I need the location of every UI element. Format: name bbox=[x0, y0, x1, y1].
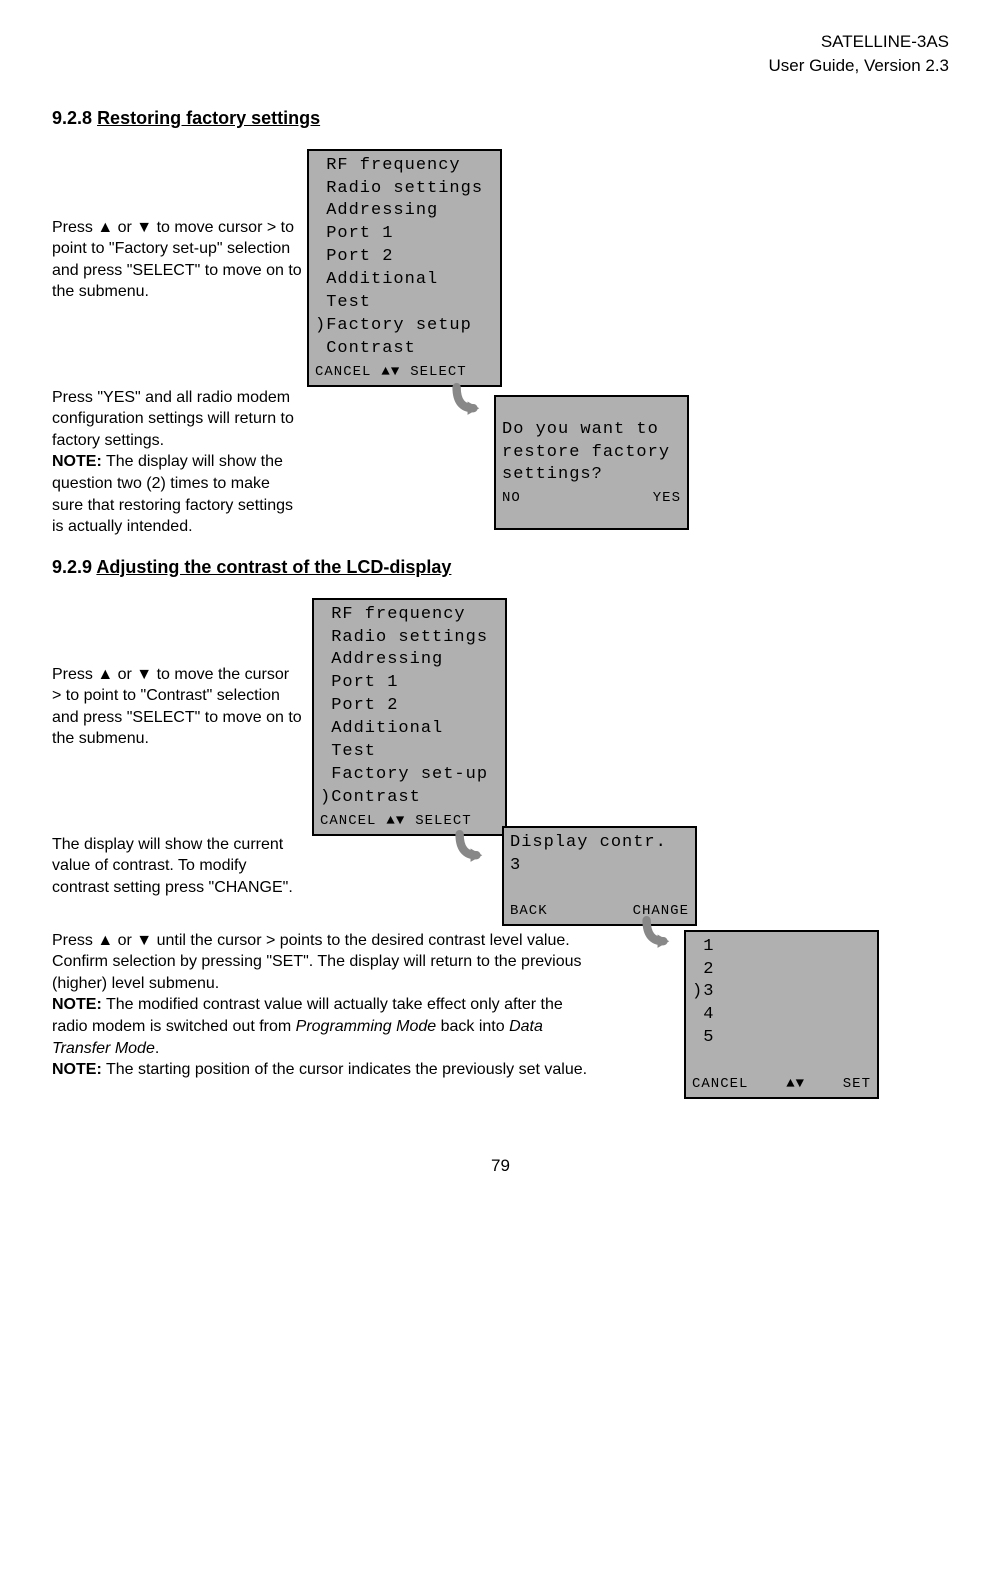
lcd-main-menu-contrast: RF frequency Radio settings Addressing P… bbox=[312, 598, 507, 836]
lcd-select-label: SELECT bbox=[410, 363, 466, 382]
instruction-2: The display will show the current value … bbox=[52, 834, 302, 899]
flow-arrow-icon bbox=[447, 830, 489, 872]
updown-icon: ▲▼ bbox=[381, 363, 400, 382]
instruction-3-text: Press ▲ or ▼ until the cursor > points t… bbox=[52, 932, 582, 992]
lcd-factory-confirm: Do you want to restore factory settings?… bbox=[494, 395, 689, 531]
product-name: SATELLINE-3AS bbox=[52, 30, 949, 54]
flow-arrow-icon bbox=[444, 383, 486, 425]
lcd-body: RF frequency Radio settings Addressing P… bbox=[314, 600, 505, 810]
lcd-cancel-label: CANCEL bbox=[315, 363, 371, 382]
note-label: NOTE: bbox=[52, 1061, 102, 1078]
section-number: 9.2.9 bbox=[52, 557, 92, 577]
page-number: 79 bbox=[0, 1156, 1001, 1176]
lcd-contrast-values: 1 2 )3 4 5 CANCEL ▲▼ SET bbox=[684, 930, 879, 1100]
instruction-3: Press ▲ or ▼ until the cursor > points t… bbox=[52, 930, 592, 1081]
section-heading-1: 9.2.8 Restoring factory settings bbox=[52, 108, 949, 129]
updown-icon: ▲▼ bbox=[786, 1075, 805, 1094]
instruction-3-note2: The starting position of the cursor indi… bbox=[102, 1061, 587, 1078]
instruction-3-note1b: back into bbox=[436, 1018, 509, 1035]
lcd-contrast-current: Display contr. 3 BACK CHANGE bbox=[502, 826, 697, 927]
section-adjusting-contrast: 9.2.9 Adjusting the contrast of the LCD-… bbox=[52, 557, 949, 1118]
section-restoring-factory-settings: 9.2.8 Restoring factory settings Press ▲… bbox=[52, 108, 949, 519]
instruction-3-note1c: . bbox=[155, 1040, 159, 1057]
updown-icon: ▲▼ bbox=[386, 812, 405, 831]
lcd-yes-label: YES bbox=[653, 489, 681, 508]
lcd-cancel-label: CANCEL bbox=[692, 1075, 748, 1094]
italic-programming-mode: Programming Mode bbox=[296, 1018, 437, 1035]
document-header: SATELLINE-3AS User Guide, Version 2.3 bbox=[52, 30, 949, 78]
lcd-main-menu-factory: RF frequency Radio settings Addressing P… bbox=[307, 149, 502, 387]
lcd-set-label: SET bbox=[843, 1075, 871, 1094]
instruction-2: Press "YES" and all radio modem configur… bbox=[52, 387, 302, 538]
lcd-body: Do you want to restore factory settings? bbox=[496, 415, 687, 488]
note-label: NOTE: bbox=[52, 996, 102, 1013]
lcd-no-label: NO bbox=[502, 489, 521, 508]
section-number: 9.2.8 bbox=[52, 108, 92, 128]
lcd-select-label: SELECT bbox=[415, 812, 471, 831]
lcd-body: RF frequency Radio settings Addressing P… bbox=[309, 151, 500, 361]
instruction-2-text: Press "YES" and all radio modem configur… bbox=[52, 389, 294, 449]
lcd-back-label: BACK bbox=[510, 902, 548, 921]
lcd-body: Display contr. 3 bbox=[504, 828, 695, 901]
guide-version: User Guide, Version 2.3 bbox=[52, 54, 949, 78]
instruction-1: Press ▲ or ▼ to move cursor > to point t… bbox=[52, 217, 302, 303]
lcd-body: 1 2 )3 4 5 bbox=[686, 932, 877, 1074]
section-heading-2: 9.2.9 Adjusting the contrast of the LCD-… bbox=[52, 557, 949, 578]
instruction-1: Press ▲ or ▼ to move the cursor > to poi… bbox=[52, 664, 302, 750]
section-title: Restoring factory settings bbox=[97, 108, 320, 128]
flow-arrow-icon bbox=[634, 916, 676, 958]
lcd-footer: NO YES bbox=[496, 487, 687, 528]
note-label: NOTE: bbox=[52, 453, 102, 470]
lcd-footer: CANCEL ▲▼ SELECT bbox=[309, 361, 500, 385]
section-title: Adjusting the contrast of the LCD-displa… bbox=[96, 557, 451, 577]
lcd-footer: CANCEL ▲▼ SET bbox=[686, 1073, 877, 1097]
lcd-cancel-label: CANCEL bbox=[320, 812, 376, 831]
